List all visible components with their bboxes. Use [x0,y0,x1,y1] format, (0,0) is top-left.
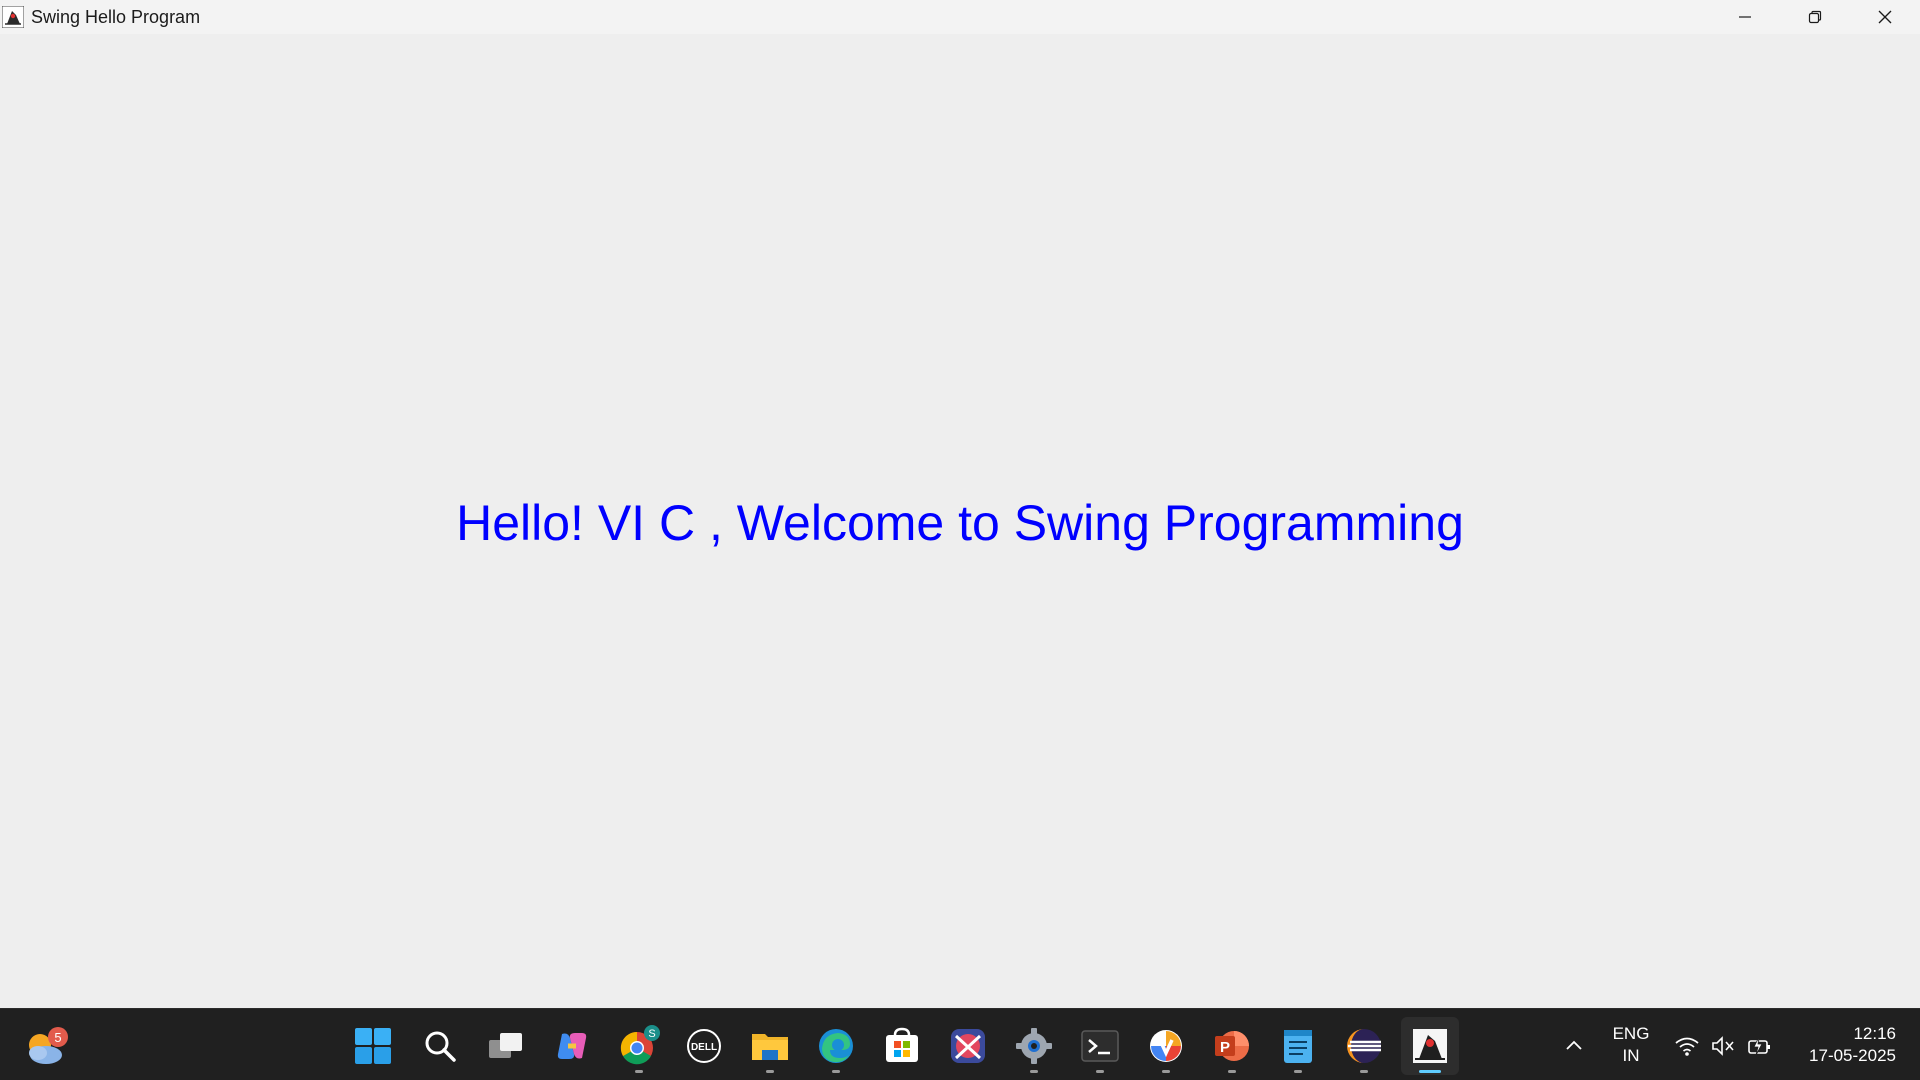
taskbar-store-button[interactable] [873,1017,931,1075]
notepad-icon [1284,1030,1312,1063]
taskbar-settings-button[interactable] [1005,1017,1063,1075]
network-button[interactable] [1674,1033,1700,1059]
language-indicator[interactable]: ENG IN [1608,1023,1654,1067]
weather-badge: 5 [48,1027,68,1047]
running-indicator [1360,1070,1368,1073]
weather-widget[interactable]: 5 [22,1019,78,1071]
taskbar-powerpoint-button[interactable]: P [1203,1017,1261,1075]
taskbar-dell-button[interactable]: DELL [675,1017,733,1075]
taskbar-notepad-button[interactable] [1269,1017,1327,1075]
wifi-icon [1675,1037,1699,1056]
running-indicator [1419,1070,1441,1073]
volume-button[interactable] [1710,1033,1736,1059]
running-indicator [832,1070,840,1073]
svg-text:S: S [648,1028,655,1040]
region-code: IN [1622,1046,1640,1065]
battery-charging-icon [1748,1036,1770,1056]
running-indicator [1096,1070,1104,1073]
taskbar-start-button[interactable] [344,1017,402,1075]
powerpoint-icon: P [1215,1031,1249,1061]
vpn-icon [1150,1030,1182,1062]
java-duke-icon[interactable] [1,5,25,29]
battery-button[interactable] [1746,1033,1772,1059]
clock-date: 17-05-2025 [1809,1046,1896,1065]
title-bar[interactable]: Swing Hello Program [0,0,1920,34]
swing-window: Swing Hello Program Hello! VI C , Welcom… [0,0,1920,1008]
windows-start-icon [355,1028,391,1064]
minimize-icon [1739,16,1751,18]
running-indicator [1228,1070,1236,1073]
clock[interactable]: 12:16 17-05-2025 [1809,1023,1896,1067]
taskbar-terminal-button[interactable] [1071,1017,1129,1075]
chevron-up-icon [1566,1040,1582,1050]
store-icon [886,1027,918,1062]
close-button[interactable] [1850,0,1920,34]
taskbar-java-app-button[interactable] [1401,1017,1459,1075]
restore-button[interactable] [1780,0,1850,34]
taskbar-vpn-button[interactable] [1137,1017,1195,1075]
task-view-icon [489,1033,522,1058]
language-code: ENG [1612,1024,1650,1043]
close-icon [1878,10,1892,24]
search-icon [425,1031,456,1062]
terminal-icon [1081,1030,1119,1062]
taskbar-chrome-button[interactable]: S [610,1017,668,1075]
taskbar-snipping-button[interactable] [939,1017,997,1075]
show-hidden-icons-button[interactable] [1561,1033,1587,1059]
taskbar-copilot-button[interactable] [543,1017,601,1075]
running-indicator [1162,1070,1170,1073]
content-pane: Hello! VI C , Welcome to Swing Programmi… [0,34,1920,1008]
folder-icon [752,1034,788,1060]
taskbar: 5 S DELL P ENG IN 12:16 17-05-2025 [0,1008,1920,1080]
snipping-icon [951,1029,985,1063]
running-indicator [1030,1070,1038,1073]
restore-icon [1808,10,1822,24]
copilot-icon [557,1033,587,1059]
taskbar-task-view-button[interactable] [477,1017,535,1075]
taskbar-search-button[interactable] [411,1017,469,1075]
eclipse-icon [1347,1029,1381,1063]
svg-text:DELL: DELL [691,1042,717,1053]
minimize-button[interactable] [1710,0,1780,34]
window-title: Swing Hello Program [31,6,201,27]
gear-icon [1016,1028,1052,1064]
running-indicator [1294,1070,1302,1073]
taskbar-file-explorer-button[interactable] [741,1017,799,1075]
window-controls [1710,0,1920,34]
chrome-icon: S [620,1025,660,1065]
hello-label: Hello! VI C , Welcome to Swing Programmi… [456,495,1464,551]
running-indicator [635,1070,643,1073]
volume-muted-icon [1712,1036,1734,1056]
running-indicator [766,1070,774,1073]
svg-text:P: P [1220,1039,1230,1056]
java-duke-icon [1413,1029,1447,1063]
taskbar-edge-button[interactable] [807,1017,865,1075]
taskbar-eclipse-button[interactable] [1335,1017,1393,1075]
dell-icon: DELL [687,1029,721,1063]
clock-time: 12:16 [1853,1024,1896,1043]
edge-icon [819,1029,853,1063]
